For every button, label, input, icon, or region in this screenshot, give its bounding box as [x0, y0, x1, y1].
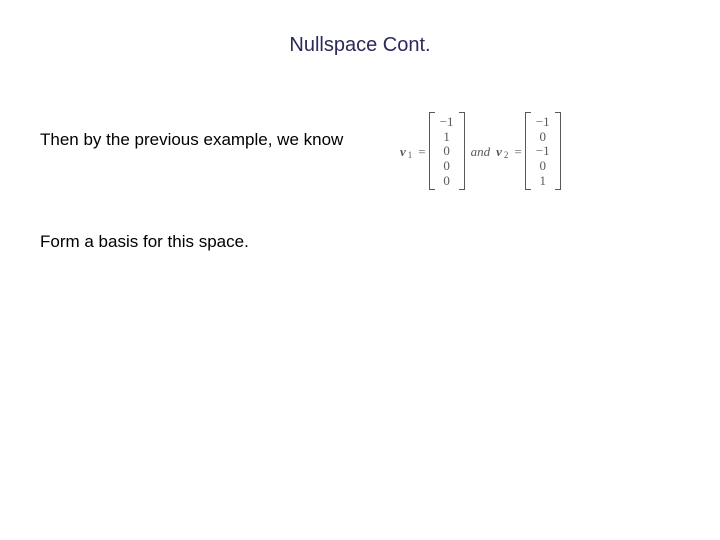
left-bracket-icon — [525, 112, 531, 190]
vector-1-entry: 0 — [440, 159, 454, 172]
vector-1-entry: 0 — [440, 144, 454, 157]
vector-1-entry: −1 — [440, 115, 454, 128]
vector-2-entry: 1 — [536, 174, 550, 187]
and-label: and — [471, 145, 491, 158]
vector-2-entry: 0 — [536, 130, 550, 143]
vector-1-name: v — [400, 145, 406, 158]
vector-2-subscript: 2 — [504, 151, 509, 160]
conclusion-line: Form a basis for this space. — [40, 232, 249, 252]
vector-1: −1 1 0 0 0 — [429, 112, 465, 190]
vector-2-entry: −1 — [536, 144, 550, 157]
vector-1-entries: −1 1 0 0 0 — [435, 112, 459, 190]
vector-2-entries: −1 0 −1 0 1 — [531, 112, 555, 190]
vector-2-entry: −1 — [536, 115, 550, 128]
math-expression: v1 = −1 1 0 0 0 and v2 = −1 0 −1 0 1 — [400, 112, 561, 190]
vector-1-entry: 0 — [440, 174, 454, 187]
vector-1-subscript: 1 — [408, 151, 413, 160]
intro-line: Then by the previous example, we know — [40, 130, 343, 150]
equals-2: = — [514, 145, 521, 158]
vector-1-entry: 1 — [440, 130, 454, 143]
vector-2-entry: 0 — [536, 159, 550, 172]
slide-title: Nullspace Cont. — [0, 34, 720, 57]
equals-1: = — [418, 145, 425, 158]
vector-2: −1 0 −1 0 1 — [525, 112, 561, 190]
slide: Nullspace Cont. Then by the previous exa… — [0, 0, 720, 540]
vector-2-name: v — [496, 145, 502, 158]
left-bracket-icon — [429, 112, 435, 190]
right-bracket-icon — [555, 112, 561, 190]
right-bracket-icon — [459, 112, 465, 190]
